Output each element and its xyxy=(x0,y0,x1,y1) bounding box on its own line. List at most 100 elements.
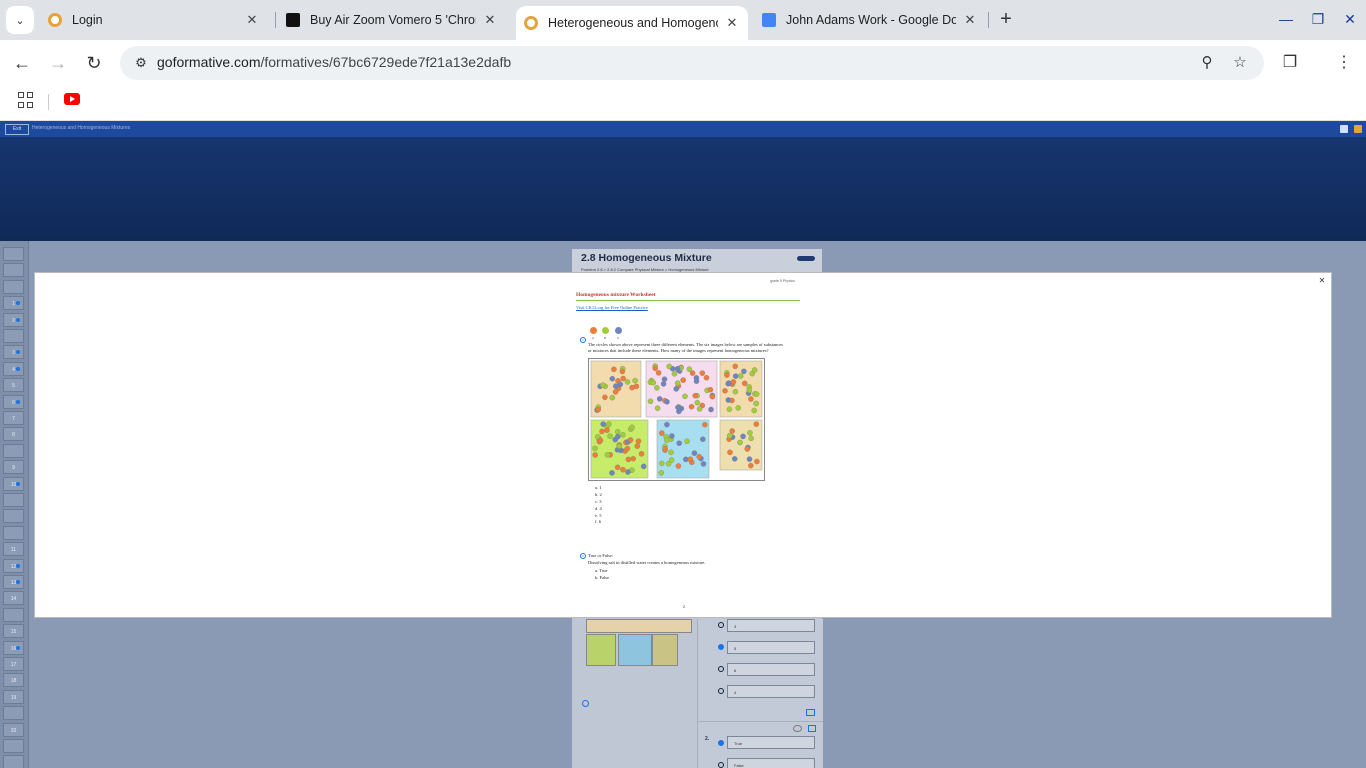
particle xyxy=(726,432,733,439)
rail-item[interactable]: 8 xyxy=(3,427,24,442)
youtube-icon[interactable] xyxy=(64,93,80,105)
answer-radio-selected[interactable] xyxy=(718,740,724,746)
bg-doc-title: 2.8 Homogeneous Mixture xyxy=(581,252,712,264)
alert-icon[interactable] xyxy=(1354,125,1362,133)
rail-item[interactable] xyxy=(3,706,24,721)
rail-item[interactable]: 17 xyxy=(3,657,24,671)
minimize-button[interactable]: — xyxy=(1274,8,1298,32)
rail-item[interactable]: 10 xyxy=(3,476,24,491)
rail-item[interactable]: 3 xyxy=(3,345,24,360)
particle xyxy=(732,373,739,379)
bg-q2-marker xyxy=(582,700,589,707)
particle xyxy=(722,388,728,394)
address-bar[interactable]: ⚙ goformative.com/formatives/67bc6729ede… xyxy=(120,46,1264,80)
apps-grid-icon[interactable] xyxy=(18,92,34,108)
rail-item[interactable]: 14 xyxy=(3,591,24,606)
bg-doc-badge xyxy=(797,256,815,261)
forward-button[interactable]: → xyxy=(44,49,72,77)
rail-item[interactable] xyxy=(3,509,24,524)
particle xyxy=(727,449,733,456)
answer-radio[interactable] xyxy=(718,666,724,672)
q1-option: f. 6 xyxy=(595,519,601,524)
tab-nike[interactable]: Buy Air Zoom Vomero 5 'Chrom ✕ xyxy=(278,6,506,34)
new-tab-button[interactable]: + xyxy=(994,8,1018,32)
tab-active-mixtures[interactable]: Heterogeneous and Homogenc ✕ xyxy=(516,6,748,40)
particle xyxy=(609,375,616,382)
rail-item[interactable] xyxy=(3,443,24,458)
answer-box[interactable]: 6 xyxy=(727,663,815,676)
particle xyxy=(661,376,668,382)
answer-box[interactable]: 3 xyxy=(727,619,815,632)
particle xyxy=(616,443,623,449)
answer-radio[interactable] xyxy=(718,762,724,768)
rail-item[interactable] xyxy=(3,739,24,753)
answer-radio[interactable] xyxy=(718,688,724,694)
rail-item[interactable]: 1 xyxy=(3,296,24,311)
toolbar-icon[interactable] xyxy=(1340,125,1348,133)
answer-radio-selected[interactable] xyxy=(718,644,724,650)
answer-box[interactable]: False xyxy=(727,758,815,768)
particle xyxy=(656,396,663,402)
particle xyxy=(635,438,642,444)
rail-item[interactable]: 16 xyxy=(3,640,24,655)
site-info-icon[interactable]: ⚙ xyxy=(128,50,154,76)
bookmark-star-icon[interactable]: ☆ xyxy=(1229,52,1251,74)
comment-icon[interactable] xyxy=(806,709,815,716)
rail-item[interactable]: 4 xyxy=(3,361,24,376)
more-menu-icon[interactable]: ⋮ xyxy=(1332,51,1356,75)
close-icon[interactable]: ✕ xyxy=(1317,276,1327,286)
tab-login[interactable]: Login ✕ xyxy=(40,6,268,34)
rail-item[interactable] xyxy=(3,329,24,343)
bookmarks-bar xyxy=(0,86,1366,121)
rail-item[interactable]: 6 xyxy=(3,394,24,409)
rail-item[interactable]: 11 xyxy=(3,542,24,557)
close-window-button[interactable]: ✕ xyxy=(1338,8,1362,32)
answer-radio[interactable] xyxy=(718,622,724,628)
tab-search-button[interactable]: ⌄ xyxy=(6,6,34,34)
rail-item[interactable]: 20 xyxy=(3,722,24,737)
rail-item[interactable]: 5 xyxy=(3,378,24,393)
rail-item[interactable]: 2 xyxy=(3,312,24,327)
back-button[interactable]: ← xyxy=(8,49,36,77)
rail-item[interactable]: 13 xyxy=(3,575,24,589)
restore-button[interactable]: ❐ xyxy=(1306,8,1330,32)
close-icon[interactable]: ✕ xyxy=(962,12,978,28)
ck12-link[interactable]: Visit CK12.org for Free Online Practice xyxy=(576,305,648,310)
zoom-icon[interactable]: ⚲ xyxy=(1196,52,1218,74)
close-icon[interactable]: ✕ xyxy=(244,12,260,28)
arrow-right-icon: → xyxy=(49,53,67,73)
answered-dot xyxy=(16,317,20,322)
rail-item[interactable] xyxy=(3,263,24,278)
rail-item[interactable] xyxy=(3,755,24,768)
rail-item[interactable]: 9 xyxy=(3,460,24,475)
exit-button[interactable]: Exit xyxy=(5,124,29,135)
bg-thumbnail-row xyxy=(586,619,692,633)
comment-icon[interactable] xyxy=(808,725,816,732)
close-icon[interactable]: ✕ xyxy=(482,12,498,28)
restore-icon: ❐ xyxy=(1311,11,1325,27)
reload-button[interactable]: ↻ xyxy=(80,49,108,77)
rail-item[interactable] xyxy=(3,247,24,261)
particle xyxy=(741,380,748,387)
tab-google-docs[interactable]: John Adams Work - Google Do ✕ xyxy=(754,6,986,34)
url-text[interactable]: goformative.com/formatives/67bc6729ede7f… xyxy=(157,54,511,70)
answer-box[interactable]: 4 xyxy=(727,685,815,698)
docs-icon xyxy=(762,13,776,27)
rail-item[interactable]: 15 xyxy=(3,624,24,639)
extensions-icon[interactable]: ❐ xyxy=(1278,51,1302,75)
particle xyxy=(671,371,678,377)
rail-item[interactable]: 19 xyxy=(3,689,24,704)
answer-box[interactable]: True xyxy=(727,736,815,749)
answer-box[interactable]: 5 xyxy=(727,641,815,654)
particle xyxy=(607,433,613,439)
rail-item[interactable]: 18 xyxy=(3,673,24,688)
rail-item[interactable] xyxy=(3,525,24,540)
rail-item[interactable]: 12 xyxy=(3,558,24,573)
tab-title: Login xyxy=(72,13,103,27)
eye-icon[interactable] xyxy=(793,725,802,732)
rail-item[interactable]: 7 xyxy=(3,411,24,425)
rail-item[interactable] xyxy=(3,279,24,294)
close-icon[interactable]: ✕ xyxy=(724,15,740,31)
rail-item[interactable] xyxy=(3,493,24,507)
rail-item[interactable] xyxy=(3,607,24,622)
